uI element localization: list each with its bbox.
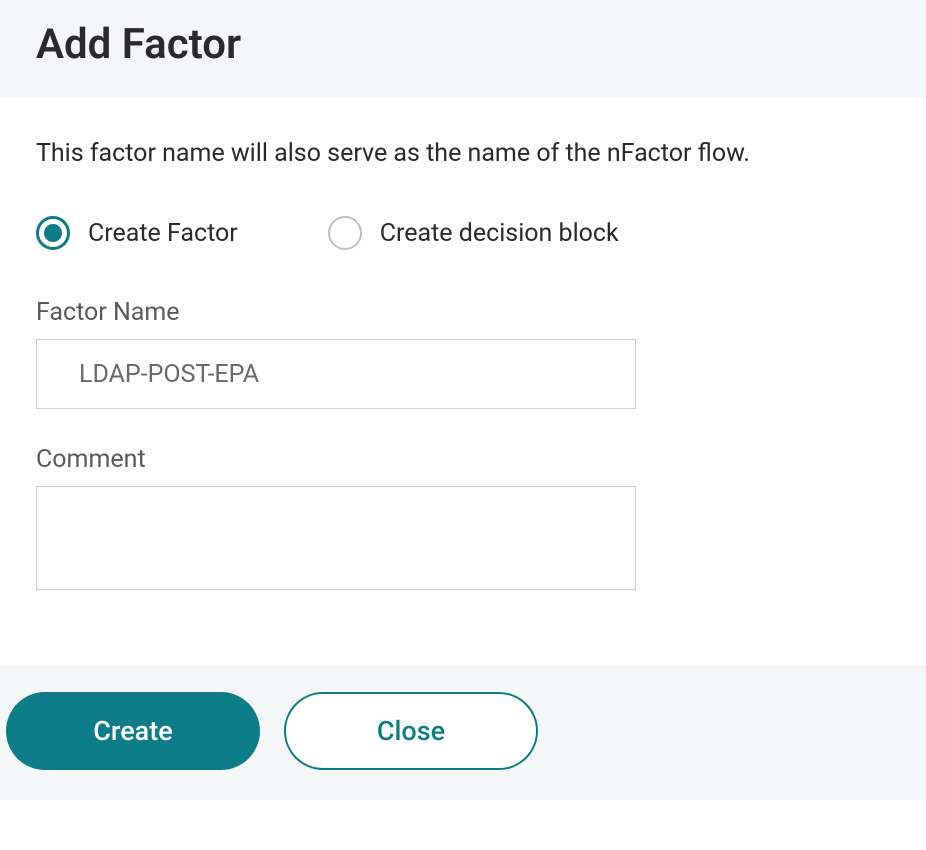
create-button[interactable]: Create: [6, 692, 260, 770]
comment-label: Comment: [36, 445, 890, 474]
radio-create-factor[interactable]: Create Factor: [36, 216, 238, 250]
comment-field-group: Comment: [36, 445, 890, 594]
close-button[interactable]: Close: [284, 692, 538, 770]
page-title: Add Factor: [36, 20, 890, 69]
dialog-header: Add Factor: [0, 0, 926, 97]
factor-name-field-group: Factor Name: [36, 298, 890, 409]
factor-name-input[interactable]: [36, 339, 636, 409]
factor-name-label: Factor Name: [36, 298, 890, 327]
radio-group: Create Factor Create decision block: [36, 216, 890, 250]
comment-input[interactable]: [36, 486, 636, 590]
radio-create-decision-block[interactable]: Create decision block: [328, 216, 619, 250]
radio-label-create-factor: Create Factor: [88, 219, 238, 248]
dialog-footer: Create Close: [0, 666, 926, 800]
radio-icon: [36, 216, 70, 250]
radio-label-create-decision-block: Create decision block: [380, 219, 619, 248]
description-text: This factor name will also serve as the …: [36, 139, 890, 168]
dialog-content: This factor name will also serve as the …: [0, 97, 926, 666]
radio-icon: [328, 216, 362, 250]
